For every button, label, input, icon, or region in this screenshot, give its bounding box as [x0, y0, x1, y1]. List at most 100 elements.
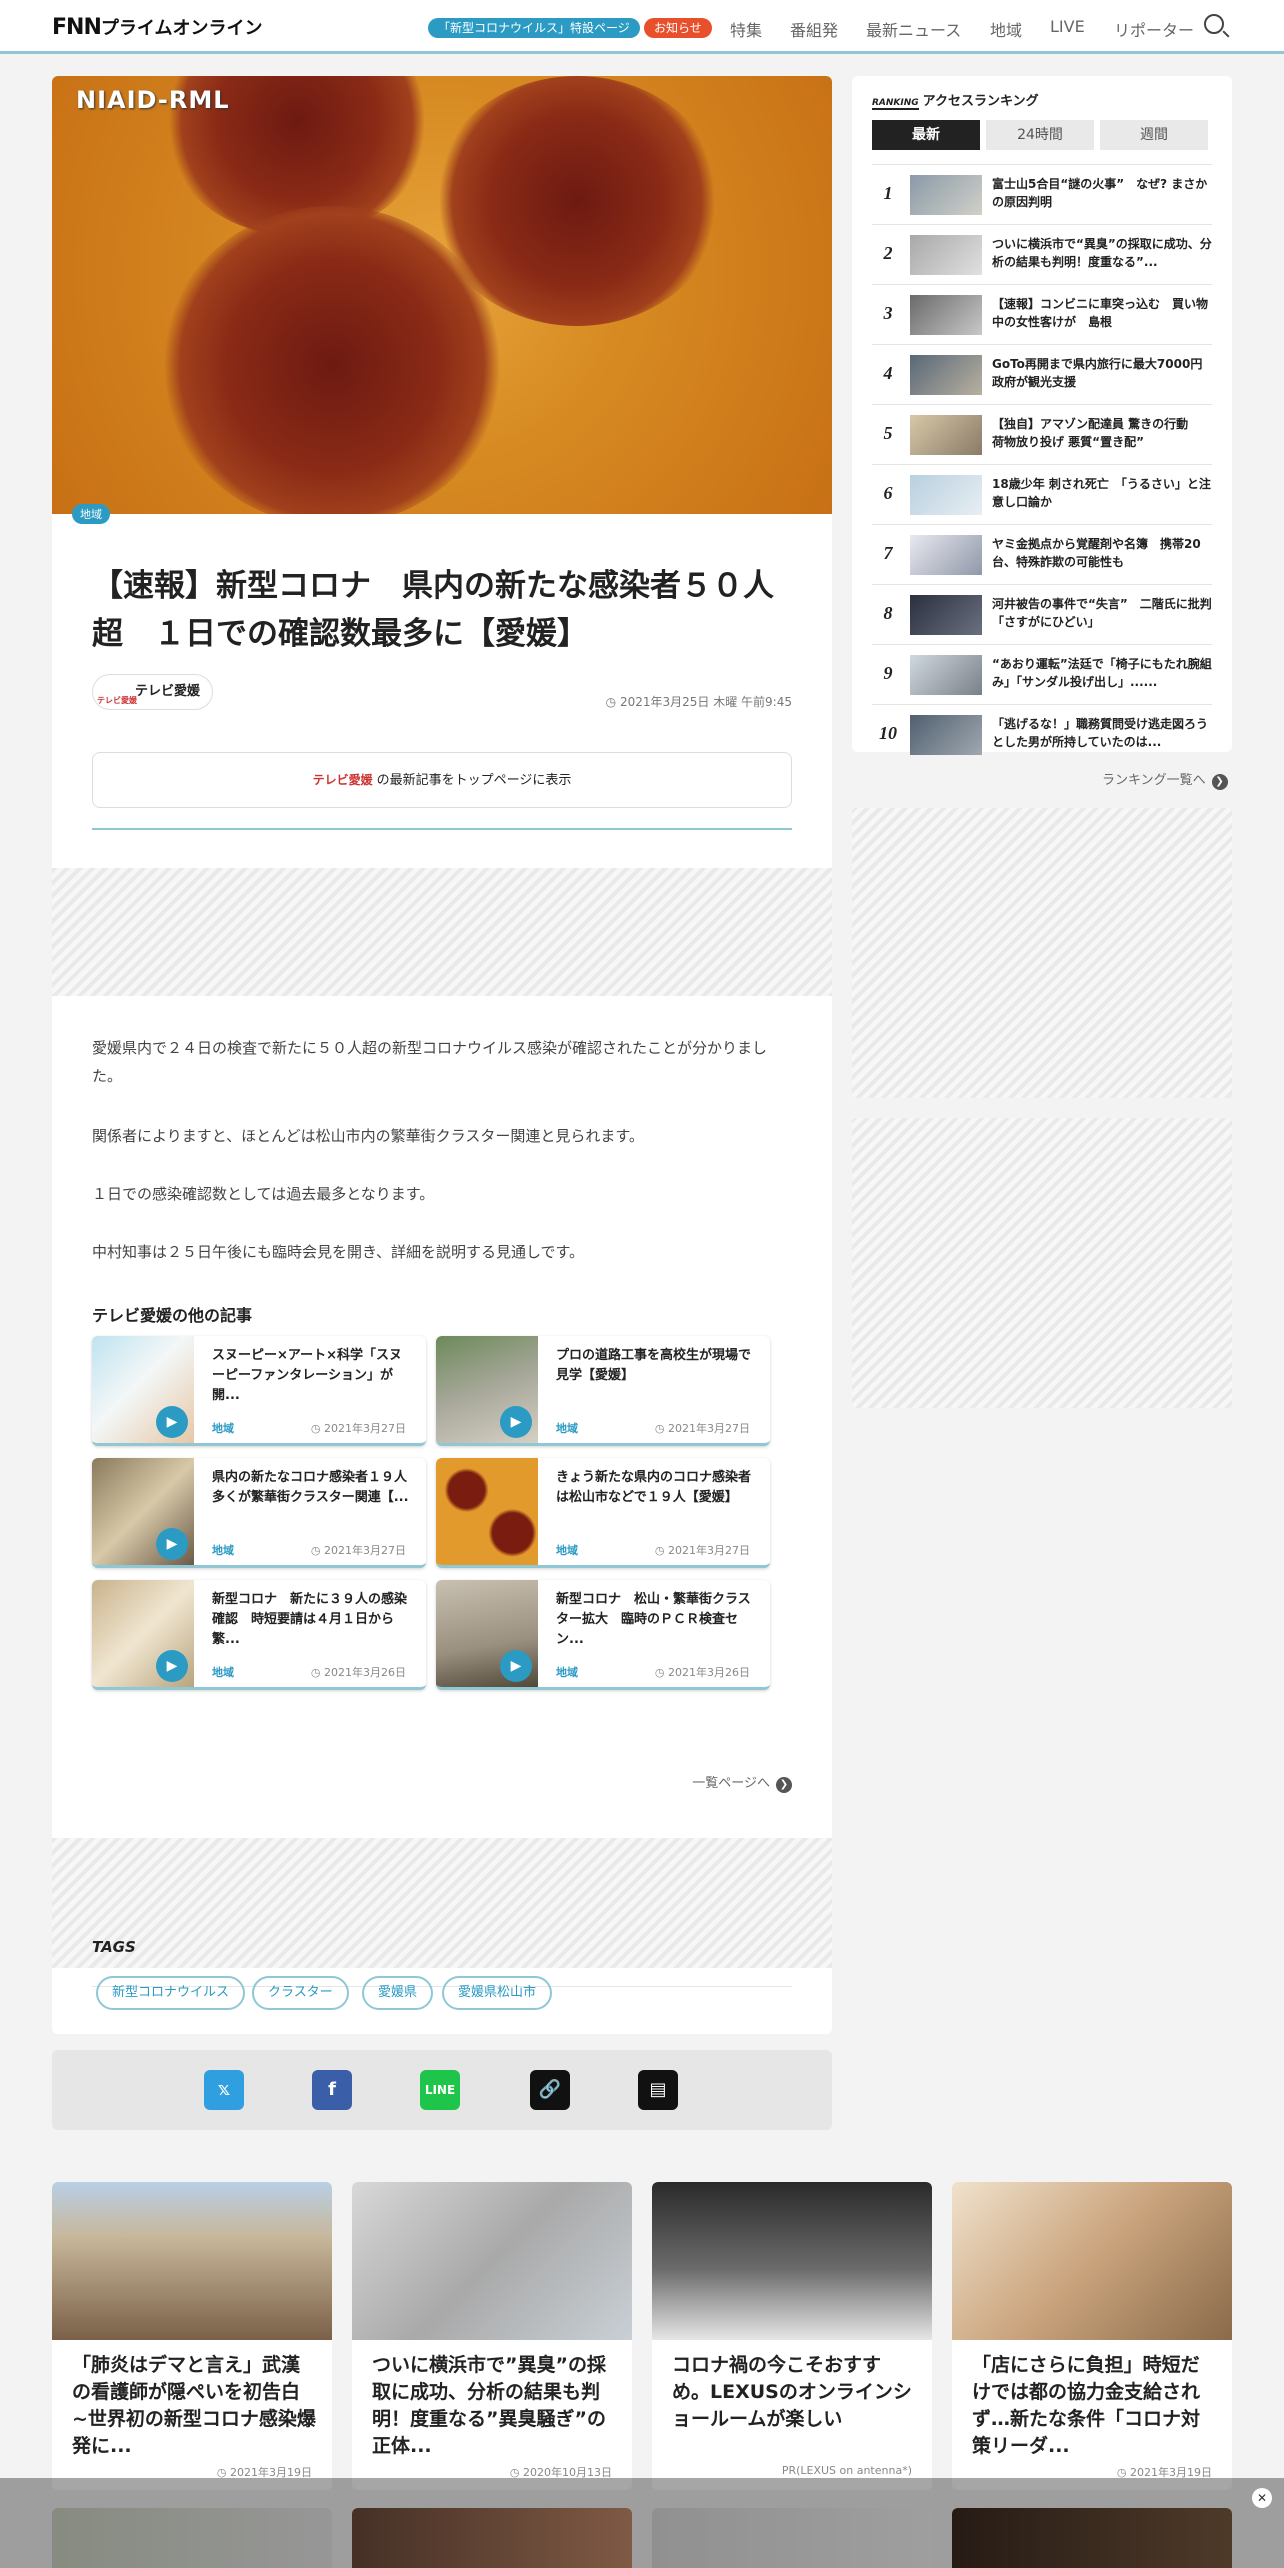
ranking-heading: RANKING アクセスランキング — [872, 94, 1039, 110]
other-article-card[interactable]: ▶ プロの道路工事を高校生が現場で見学【愛媛】 地域 ◷ 2021年3月27日 — [436, 1336, 770, 1446]
recommended-card[interactable]: コロナ禍の今こそおすすめ。LEXUSのオンラインショールームが楽しい PR(LE… — [652, 2182, 932, 2490]
ranking-item[interactable]: 8 河井被告の事件で“失言” 二階氏に批判「さすがにひどい」 — [872, 584, 1212, 644]
other-article-title: 新型コロナ 松山・繁華街クラスター拡大 臨時のＰＣＲ検査セン... — [556, 1592, 751, 1647]
video-icon: ▶ — [156, 1650, 188, 1682]
other-article-date: ◷ 2021年3月26日 — [310, 1666, 406, 1679]
ranking-more-link[interactable]: ランキング一覧へ ❯ — [1102, 769, 1228, 790]
recommended-title: ついに横浜市で”異臭”の採取に成功、分析の結果も判明！度重なる”異臭騒ぎ”の正体… — [372, 2354, 606, 2457]
close-icon[interactable]: ✕ — [1252, 2488, 1272, 2508]
recommended-sponsor: PR(LEXUS on antenna*) — [781, 2464, 912, 2477]
article-thumbnail — [436, 1458, 538, 1565]
line-share-icon[interactable]: LINE — [420, 2070, 460, 2110]
ranking-thumbnail — [910, 535, 982, 575]
video-icon: ▶ — [156, 1406, 188, 1438]
ranking-thumbnail — [910, 475, 982, 515]
ranking-title: 18歳少年 刺され死亡 「うるさい」と注意し口論か — [992, 477, 1211, 509]
ranking-number: 2 — [883, 243, 893, 263]
other-articles-more-link[interactable]: 一覧ページへ ❯ — [692, 1772, 792, 1793]
divider — [92, 828, 792, 830]
ranking-title: 「逃げるな！」職務質問受け逃走図ろうとした男が所持していたのは... — [992, 717, 1209, 749]
share-bar: 𝕩 f LINE 🔗 ▤ — [52, 2050, 832, 2130]
tags-heading: TAGS — [92, 1938, 136, 1956]
nav-feature[interactable]: 特集 — [730, 17, 762, 41]
other-article-card[interactable]: ▶ 県内の新たなコロナ感染者１９人 多くが繁華街クラスター関連【... 地域 ◷… — [92, 1458, 426, 1568]
other-article-category: 地域 — [212, 1544, 234, 1557]
article-card: NIAID-RML 地域 【速報】新型コロナ 県内の新たな感染者５０人超 １日で… — [52, 76, 832, 2034]
site-logo[interactable]: FNNプライムオンライン — [52, 14, 263, 40]
ranking-item[interactable]: 6 18歳少年 刺され死亡 「うるさい」と注意し口論か — [872, 464, 1212, 524]
site-header: FNNプライムオンライン 「新型コロナウイルス」特設ページ お知らせ 特集 番組… — [0, 0, 1284, 54]
source-chip[interactable]: テレビ愛媛 — [92, 674, 214, 718]
ranking-item[interactable]: 3 【速報】コンビニに車突っ込む 買い物中の女性客けが 島根 — [872, 284, 1212, 344]
notice-link[interactable]: お知らせ — [644, 18, 712, 38]
ranking-item[interactable]: 9 “あおり運転”法廷で「椅子にもたれ腕組み」「サンダル投げ出し」...... — [872, 644, 1212, 704]
tab-weekly[interactable]: 週間 — [1100, 120, 1208, 150]
ranking-number: 5 — [883, 423, 893, 443]
category-badge[interactable]: 地域 — [72, 504, 110, 524]
hero-image: NIAID-RML — [52, 76, 832, 514]
article-paragraph: 中村知事は２５日午後にも臨時会見を開き、詳細を説明する見通しです。 — [92, 1243, 585, 1261]
other-article-category: 地域 — [212, 1666, 234, 1679]
search-icon[interactable] — [1204, 14, 1224, 34]
video-icon: ▶ — [156, 1528, 188, 1560]
recommended-card[interactable]: 「店にさらに負担」時短だけでは都の協力金支給されず…新たな条件「コロナ対策リーダ… — [952, 2182, 1232, 2490]
bottom-overlay-banner — [0, 2478, 1284, 2568]
ranking-number: 7 — [883, 543, 893, 563]
comment-icon[interactable]: ▤ — [638, 2070, 678, 2110]
other-article-card[interactable]: ▶ 新型コロナ 新たに３９人の感染確認 時短要請は４月１日から繁... 地域 ◷… — [92, 1580, 426, 1690]
other-article-card[interactable]: きょう新たな県内のコロナ感染者は松山市などで１９人【愛媛】 地域 ◷ 2021年… — [436, 1458, 770, 1568]
ranking-title: 【独自】アマゾン配達員 驚きの行動 荷物放り投げ 悪質“置き配” — [992, 417, 1201, 449]
ranking-item[interactable]: 5 【独自】アマゾン配達員 驚きの行動 荷物放り投げ 悪質“置き配” — [872, 404, 1212, 464]
facebook-share-icon[interactable]: f — [312, 2070, 352, 2110]
tag-chip[interactable]: 新型コロナウイルス — [96, 1976, 246, 2010]
tag-chip[interactable]: 愛媛県松山市 — [442, 1976, 553, 2010]
video-icon: ▶ — [500, 1650, 532, 1682]
ad-placeholder — [52, 868, 832, 996]
ranking-number: 6 — [883, 483, 893, 503]
nav-reporter[interactable]: リポーター — [1114, 17, 1194, 41]
ranking-thumbnail — [910, 295, 982, 335]
other-article-card[interactable]: ▶ スヌーピー×アート×科学「スヌーピーファンタレーション」が開... 地域 ◷… — [92, 1336, 426, 1446]
other-article-date: ◷ 2021年3月26日 — [654, 1666, 750, 1679]
ranking-item[interactable]: 10 「逃げるな！」職務質問受け逃走図ろうとした男が所持していたのは... — [872, 704, 1212, 764]
other-article-category: 地域 — [212, 1422, 234, 1435]
other-article-date: ◷ 2021年3月27日 — [654, 1422, 750, 1435]
other-article-date: ◷ 2021年3月27日 — [310, 1544, 406, 1557]
follow-source-button[interactable]: テレビ愛媛 の最新記事をトップページに表示 — [92, 752, 792, 808]
nav-latest-news[interactable]: 最新ニュース — [866, 17, 961, 41]
ranking-item[interactable]: 4 GoTo再開まで県内旅行に最大7000円 政府が観光支援 — [872, 344, 1215, 404]
covid-special-link[interactable]: 「新型コロナウイルス」特設ページ — [428, 18, 640, 38]
article-date: ◷ 2021年3月25日 木曜 午前9:45 — [605, 695, 792, 709]
tag-chip[interactable]: クラスター — [252, 1976, 349, 2010]
recommended-card[interactable]: ついに横浜市で”異臭”の採取に成功、分析の結果も判明！度重なる”異臭騒ぎ”の正体… — [352, 2182, 632, 2490]
tab-24h[interactable]: 24時間 — [986, 120, 1094, 150]
chevron-right-icon: ❯ — [776, 1777, 792, 1793]
recommended-thumbnail — [352, 2182, 632, 2340]
ranking-title: GoTo再開まで県内旅行に最大7000円 政府が観光支援 — [992, 357, 1215, 389]
ranking-title: “あおり運転”法廷で「椅子にもたれ腕組み」「サンダル投げ出し」...... — [992, 657, 1212, 689]
copy-link-icon[interactable]: 🔗 — [530, 2070, 570, 2110]
recommended-thumbnail — [952, 2182, 1232, 2340]
nav-programs[interactable]: 番組発 — [790, 17, 838, 41]
other-article-card[interactable]: ▶ 新型コロナ 松山・繁華街クラスター拡大 臨時のＰＣＲ検査セン... 地域 ◷… — [436, 1580, 770, 1690]
ranking-thumbnail — [910, 595, 982, 635]
ranking-item[interactable]: 1 富士山5合目“謎の火事” なぜ? まさかの原因判明 — [872, 164, 1212, 224]
nav-live[interactable]: LIVE — [1050, 17, 1085, 36]
other-articles-heading: テレビ愛媛の他の記事 — [92, 1306, 253, 1325]
other-article-category: 地域 — [556, 1666, 578, 1679]
source-logo: テレビ愛媛 — [312, 773, 373, 787]
nav-region[interactable]: 地域 — [990, 17, 1022, 41]
tab-latest[interactable]: 最新 — [872, 120, 980, 150]
ranking-item[interactable]: 2 ついに横浜市で“異臭”の採取に成功、分析の結果も判明！度重なる”... — [872, 224, 1212, 284]
ranking-thumbnail — [910, 715, 982, 755]
ranking-number: 9 — [883, 663, 893, 683]
ranking-number: 4 — [883, 363, 893, 383]
other-article-date: ◷ 2021年3月27日 — [654, 1544, 750, 1557]
recommended-card[interactable]: 「肺炎はデマと言え」武漢の看護師が隠ぺいを初告白 ~世界初の新型コロナ感染爆発に… — [52, 2182, 332, 2490]
twitter-share-icon[interactable]: 𝕩 — [204, 2070, 244, 2110]
ad-placeholder — [52, 1838, 832, 1968]
ranking-item[interactable]: 7 ヤミ金拠点から覚醒剤や名簿 携帯20台、特殊詐欺の可能性も — [872, 524, 1212, 584]
ranking-title: 富士山5合目“謎の火事” なぜ? まさかの原因判明 — [992, 177, 1208, 209]
ad-placeholder — [852, 1118, 1232, 1408]
tag-chip[interactable]: 愛媛県 — [362, 1976, 434, 2010]
